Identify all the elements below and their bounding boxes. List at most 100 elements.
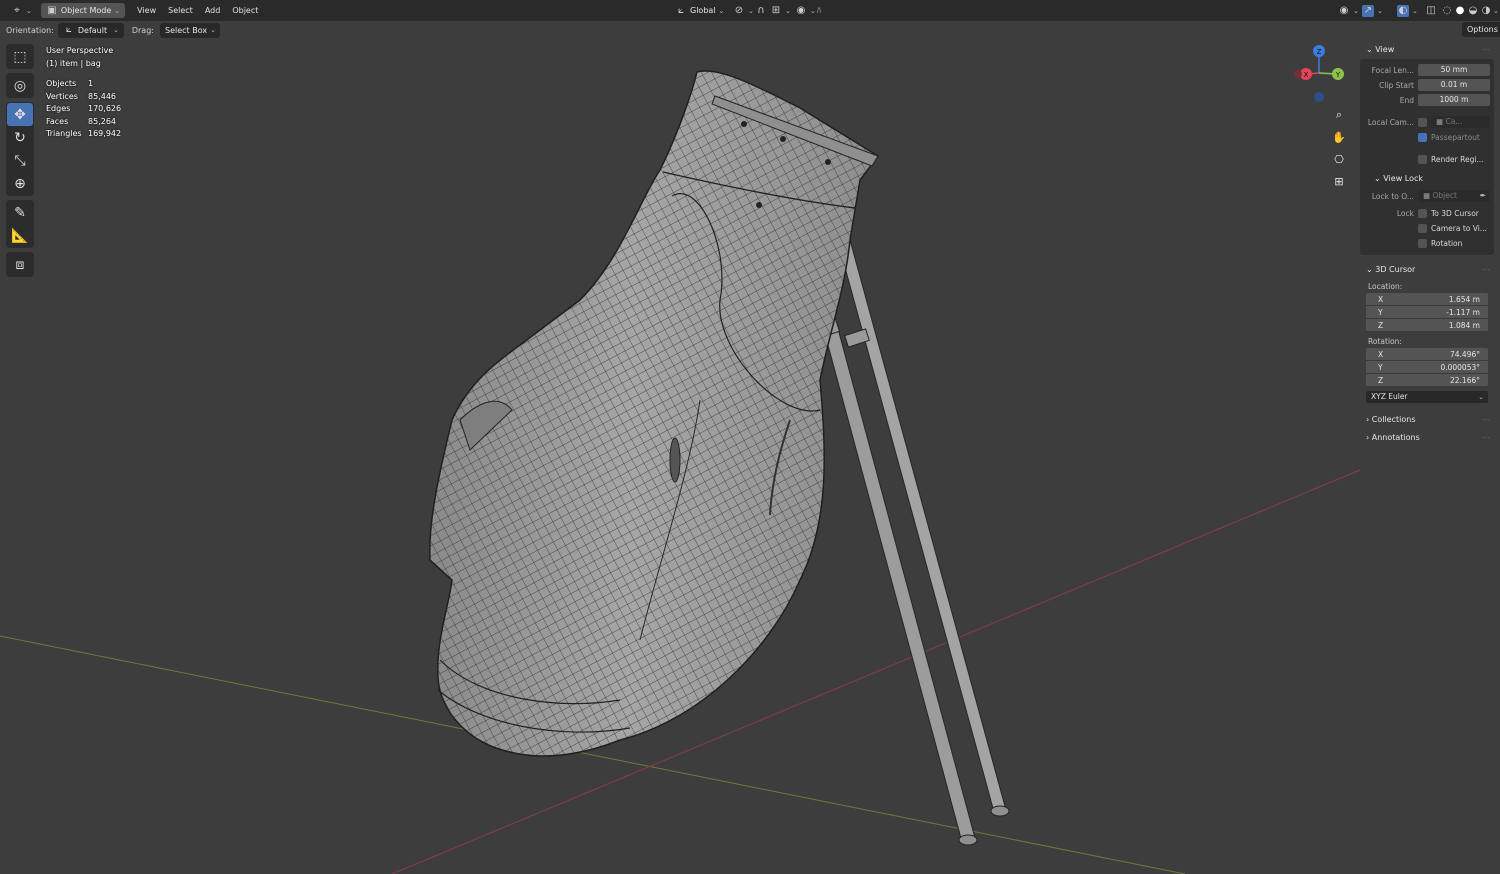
mode-selector[interactable]: ▣ Object Mode ⌄ bbox=[40, 3, 126, 18]
lock-to-cursor-checkbox[interactable] bbox=[1418, 208, 1427, 218]
view-panel: Focal Len... 50 mm Clip Start 0.01 m End 10… bbox=[1360, 59, 1494, 255]
scale-tool-icon[interactable]: ⤡ bbox=[7, 149, 33, 172]
drag-handle-icon[interactable]: ⋯ bbox=[1482, 415, 1490, 424]
gizmo-toggle[interactable]: ↗ ⌄ bbox=[1357, 3, 1388, 18]
stat-label: Edges bbox=[46, 104, 71, 113]
drag-dropdown[interactable]: Select Box ⌄ bbox=[159, 22, 220, 38]
axis-value: 1.084 m bbox=[1448, 321, 1480, 330]
stat-label: Faces bbox=[46, 116, 69, 126]
tool-options-bar: Orientation: ⟀ Default ⌄ Drag: Select Box ⌄… bbox=[0, 21, 1500, 39]
move-tool-icon[interactable]: ✥ bbox=[7, 103, 33, 126]
axis-value: 74.496° bbox=[1450, 350, 1480, 359]
gizmo-x-label: X bbox=[1304, 71, 1309, 79]
stat-label: Objects bbox=[46, 79, 77, 88]
annotate-tool-icon[interactable]: ✎ bbox=[7, 201, 33, 224]
pivot-icon: ⊘ bbox=[734, 4, 744, 16]
drag-handle-icon[interactable]: ⋯ bbox=[1482, 45, 1490, 54]
cursor-rotation-y-field[interactable]: Y 0.000053° bbox=[1366, 361, 1488, 374]
view-section-header[interactable]: ⌄ View ⋯ bbox=[1360, 41, 1494, 57]
chevron-down-icon: ⌄ bbox=[1366, 264, 1373, 274]
orientation-label: Orientation: bbox=[6, 25, 54, 35]
cursor-panel: Location: X 1.654 m Y -1.117 m Z 1.084 m Ro… bbox=[1360, 280, 1494, 403]
stat-label: Vertices bbox=[46, 91, 78, 101]
chevron-right-icon: › bbox=[1366, 414, 1370, 424]
passepartout-checkbox[interactable] bbox=[1418, 132, 1427, 142]
transform-tool-icon[interactable]: ⊕ bbox=[7, 172, 33, 195]
camera-view-icon[interactable]: ⎔ bbox=[1329, 149, 1349, 169]
chevron-down-icon: ⌄ bbox=[1478, 393, 1484, 401]
menu-add[interactable]: Add bbox=[199, 6, 227, 15]
lock-to-cursor-label: To 3D Cursor bbox=[1431, 208, 1479, 218]
transform-orientation-label: Global bbox=[690, 6, 716, 15]
transform-orientation-dropdown[interactable]: ⟀ Global ⌄ bbox=[670, 3, 729, 18]
focal-length-field[interactable]: 50 mm bbox=[1418, 64, 1490, 76]
drag-value: Select Box bbox=[164, 25, 208, 35]
orientation-icon: ⟀ bbox=[65, 24, 72, 35]
camera-to-view-checkbox[interactable] bbox=[1418, 223, 1427, 233]
cursor-section-header[interactable]: ⌄ 3D Cursor ⋯ bbox=[1360, 261, 1494, 277]
zoom-icon[interactable]: ⌕ bbox=[1329, 105, 1349, 125]
view-lock-header[interactable]: ⌄ View Lock bbox=[1364, 170, 1490, 186]
menu-view[interactable]: View bbox=[131, 6, 162, 15]
drag-handle-icon[interactable]: ⋯ bbox=[1482, 265, 1490, 274]
local-camera-label: Local Cam... bbox=[1367, 117, 1414, 127]
cursor-location-z-field[interactable]: Z 1.084 m bbox=[1366, 319, 1488, 332]
chevron-down-icon: ⌄ bbox=[1366, 44, 1373, 54]
drag-handle-icon[interactable]: ⋯ bbox=[1482, 433, 1490, 442]
viewport-canvas[interactable]: Z Y X bbox=[0, 39, 1360, 874]
axis-label: X bbox=[1378, 295, 1384, 304]
rotate-tool-icon[interactable]: ↻ bbox=[7, 126, 33, 149]
cursor-section-title: 3D Cursor bbox=[1375, 264, 1416, 274]
rotation-mode-dropdown[interactable]: XYZ Euler ⌄ bbox=[1366, 391, 1488, 403]
stat-value: 1 bbox=[88, 79, 94, 88]
cursor-rotation-z-field[interactable]: Z 22.166° bbox=[1366, 374, 1488, 387]
menu-object[interactable]: Object bbox=[226, 6, 264, 15]
shading-mode-group[interactable]: ◌ ● ◒ ◑ ⌄ bbox=[1436, 3, 1500, 18]
select-box-tool-icon[interactable]: ⬚ bbox=[7, 45, 33, 68]
falloff-dropdown[interactable]: ∧ bbox=[808, 3, 830, 18]
stat-row: Objects 1 bbox=[46, 78, 121, 91]
measure-tool-icon[interactable]: 📐 bbox=[7, 224, 33, 247]
navigation-controls: ⌕ ✋ ⎔ ⊞ bbox=[1329, 105, 1351, 193]
lock-to-object-field[interactable]: ■ Object ✒ bbox=[1418, 190, 1490, 202]
material-shading-icon[interactable]: ◒ bbox=[1467, 5, 1479, 17]
collections-title: Collections bbox=[1371, 414, 1416, 424]
stat-value: 85,446 bbox=[88, 91, 116, 101]
local-camera-checkbox[interactable] bbox=[1418, 117, 1427, 127]
clip-end-label: End bbox=[1399, 95, 1414, 105]
clip-end-field[interactable]: 1000 m bbox=[1418, 94, 1490, 106]
annotations-section-header[interactable]: › Annotations ⋯ bbox=[1360, 429, 1494, 445]
clip-start-field[interactable]: 0.01 m bbox=[1418, 79, 1490, 91]
add-cube-tool-icon[interactable]: ⧈ bbox=[7, 253, 33, 276]
orientation-global-icon: ⟀ bbox=[678, 4, 684, 16]
perspective-grid-icon[interactable]: ⊞ bbox=[1329, 171, 1349, 191]
camera-icon: ■ bbox=[1436, 117, 1444, 126]
cursor-rotation-x-field[interactable]: X 74.496° bbox=[1366, 348, 1488, 361]
overlay-toggle[interactable]: ◐ ⌄ bbox=[1392, 3, 1423, 18]
lock-label: Lock bbox=[1396, 208, 1414, 218]
rendered-shading-icon[interactable]: ◑ bbox=[1480, 5, 1492, 17]
axis-value: 0.000053° bbox=[1440, 363, 1480, 372]
render-region-checkbox[interactable] bbox=[1418, 154, 1427, 164]
pan-hand-icon[interactable]: ✋ bbox=[1329, 127, 1349, 147]
cursor-tool-icon[interactable]: ◎ bbox=[7, 74, 33, 97]
lock-rotation-checkbox[interactable] bbox=[1418, 238, 1427, 248]
collections-section-header[interactable]: › Collections ⋯ bbox=[1360, 411, 1494, 427]
solid-shading-icon[interactable]: ● bbox=[1454, 5, 1466, 17]
menu-select[interactable]: Select bbox=[162, 6, 199, 15]
drag-label: Drag: bbox=[131, 25, 154, 35]
orientation-dropdown[interactable]: ⟀ Default ⌄ bbox=[57, 22, 124, 38]
eye-icon: ◉ bbox=[1339, 4, 1349, 16]
cursor-location-x-field[interactable]: X 1.654 m bbox=[1366, 293, 1488, 306]
lock-to-object-value: Object bbox=[1432, 191, 1457, 200]
sidebar-n-panel: ⌄ View ⋯ Focal Len... 50 mm Clip Start 0.0… bbox=[1360, 39, 1494, 459]
cursor-location-y-field[interactable]: Y -1.117 m bbox=[1366, 306, 1488, 319]
local-camera-field[interactable]: ■ Ca... bbox=[1431, 116, 1490, 128]
stat-row: Triangles 169,942 bbox=[46, 128, 121, 141]
snap-toggle[interactable]: ∩ ⊞ ⌄ bbox=[750, 3, 796, 18]
wireframe-shading-icon[interactable]: ◌ bbox=[1441, 5, 1453, 17]
eyedropper-icon[interactable]: ✒ bbox=[1480, 190, 1486, 202]
options-button[interactable]: Options bbox=[1462, 22, 1500, 37]
rotation-mode-value: XYZ Euler bbox=[1371, 392, 1408, 401]
editor-type-button[interactable]: ⌖ ⌄ bbox=[6, 3, 37, 18]
